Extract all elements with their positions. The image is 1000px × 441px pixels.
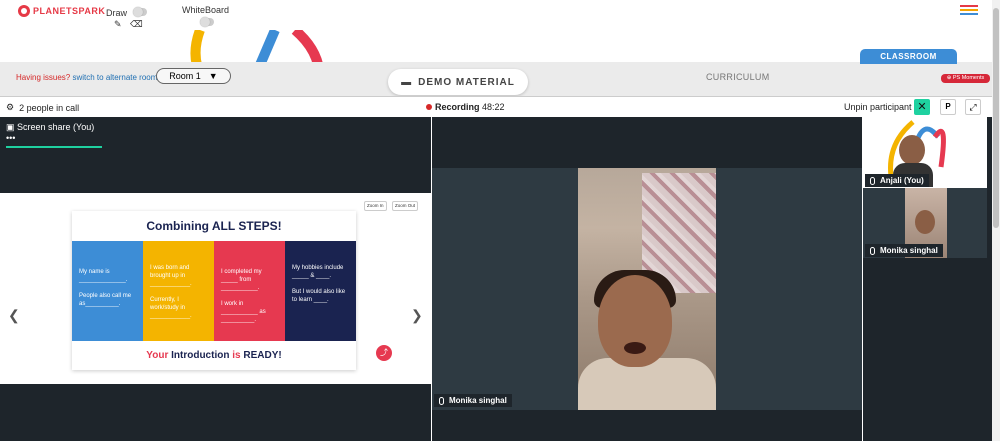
pencil-icon[interactable]: ✎ [114, 19, 122, 30]
slide-card: My hobbies include _____ & ____. But I wo… [285, 241, 356, 341]
curriculum-tab[interactable]: CURRICULUM [706, 72, 770, 82]
alternate-room-link[interactable]: switch to alternate room [72, 73, 157, 82]
scrollbar-thumb[interactable] [993, 8, 999, 228]
caret-down-icon: ▼ [208, 71, 218, 81]
call-bar: ⚙ 2 people in call Recording 48:22 Unpin … [0, 96, 992, 117]
participant-face [899, 135, 925, 165]
share-icon[interactable]: ⤴ [376, 345, 392, 361]
screen-share-tab[interactable]: ▣ Screen share (You) ••• [6, 122, 102, 148]
slide-footer: Your Introduction is READY! [146, 350, 282, 361]
slide-area: Zoom In Zoom Out ❮ ❯ Combining ALL STEPS… [0, 193, 431, 384]
screen-icon: ▣ [6, 122, 15, 132]
side-panel-bg [863, 258, 987, 441]
demo-material-button[interactable]: ▬ DEMO MATERIAL [388, 69, 528, 95]
slide-card: I was born and brought up in ___________… [143, 241, 214, 341]
participant-video [578, 168, 716, 410]
side-participant-name: Monika singhal [865, 244, 943, 257]
mic-icon [870, 246, 875, 255]
slide-title: Combining ALL STEPS! [146, 219, 282, 233]
eraser-icon[interactable]: ⌫ [130, 19, 143, 30]
logo-icon [18, 5, 30, 17]
unpin-label: Unpin participant [844, 102, 912, 112]
side-tile-other[interactable]: Monika singhal [863, 188, 987, 258]
scrollbar[interactable] [992, 0, 1000, 441]
side-tile-you[interactable]: Anjali (You) [863, 117, 987, 187]
gear-icon[interactable]: ⚙ [6, 102, 14, 113]
whiteboard-label: WhiteBoard [182, 5, 230, 15]
pin-button[interactable]: P [940, 99, 956, 115]
recording-status: Recording 48:22 [426, 102, 505, 112]
chevron-right-icon[interactable]: ❯ [411, 307, 423, 324]
draw-label: Draw [106, 8, 128, 18]
issues-text: Having issues? switch to alternate room [16, 73, 158, 82]
mic-icon [439, 396, 444, 405]
draw-toggle[interactable] [133, 7, 147, 17]
room-select[interactable]: Room 1 ▼ [156, 68, 231, 84]
zoom-in-button[interactable]: Zoom In [364, 201, 387, 211]
unpin-close-button[interactable]: ✕ [914, 99, 930, 115]
recording-dot-icon [426, 104, 432, 110]
classroom-tab[interactable]: CLASSROOM [860, 49, 957, 64]
main-video-panel: Monika singhal [432, 117, 862, 441]
menu-icon[interactable] [960, 5, 978, 17]
expand-icon[interactable]: ⤢ [965, 99, 981, 115]
video-tile: Monika singhal [432, 168, 862, 410]
folder-icon: ▬ [401, 76, 413, 88]
whiteboard-toggle[interactable] [200, 17, 214, 27]
more-icon[interactable]: ••• [6, 133, 15, 143]
main-participant-name: Monika singhal [434, 394, 512, 407]
slide: Combining ALL STEPS! My name is ________… [72, 211, 356, 370]
zoom-out-button[interactable]: Zoom Out [392, 201, 419, 211]
side-participant-name: Anjali (You) [865, 174, 929, 187]
slide-card: I completed my _____ from ___________. I … [214, 241, 285, 341]
people-count[interactable]: ⚙ 2 people in call [6, 102, 79, 113]
planetspark-logo[interactable]: PLANETSPARK [18, 5, 105, 17]
slide-card: My name is ______________. People also ca… [72, 241, 143, 341]
room-label: Room 1 [169, 71, 201, 81]
logo-text: PLANETSPARK [33, 6, 106, 16]
chevron-left-icon[interactable]: ❮ [8, 307, 20, 324]
screen-share-panel: ▣ Screen share (You) ••• Zoom In Zoom Ou… [0, 117, 431, 441]
mic-icon [870, 176, 875, 185]
ps-moments-button[interactable]: ⊕ PS Moments [941, 74, 990, 83]
top-bar: PLANETSPARK Draw ✎ ⌫ WhiteBoard [0, 0, 1000, 34]
